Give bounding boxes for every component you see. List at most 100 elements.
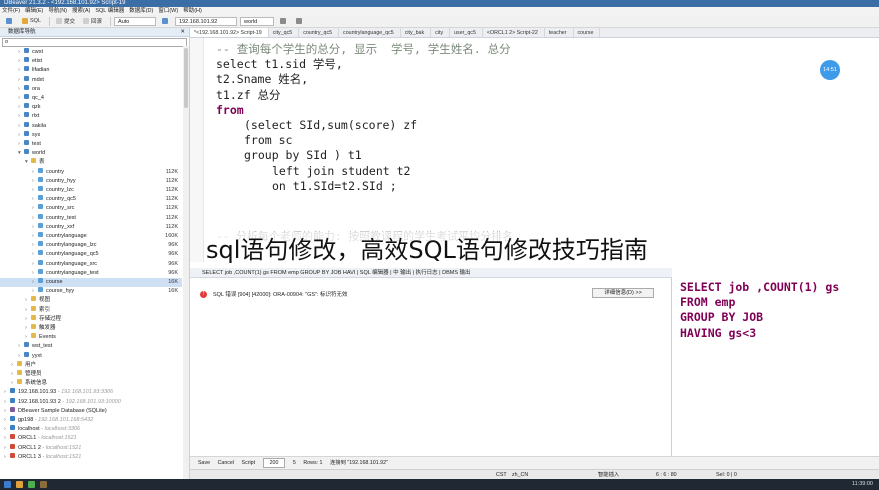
tree-node[interactable]: › ORCL1 2 - localhost:1521 — [0, 443, 182, 453]
tree-node[interactable]: › 索引 — [0, 305, 182, 315]
transaction-mode-select[interactable]: Auto — [114, 16, 157, 26]
tree-node[interactable]: › etist — [0, 57, 182, 66]
menu-item[interactable]: SQL 编辑器 — [95, 8, 124, 14]
tree-node[interactable]: › wst_test — [0, 342, 182, 351]
tree-node[interactable]: › country_xxf 112K — [0, 222, 182, 232]
tree-node[interactable]: › DBeaver Sample Database (SQLite) — [0, 406, 182, 416]
tree-node[interactable]: › 系统信息 — [0, 379, 182, 388]
sql-editor-button[interactable]: SQL — [19, 17, 44, 26]
new-connection-button[interactable] — [3, 17, 17, 26]
commit-button[interactable]: 提交 — [53, 17, 78, 26]
navigator-filter-input[interactable]: o — [2, 38, 187, 47]
database-object-icon — [10, 397, 15, 403]
tree-node[interactable]: › gp198 - 192.168.101.168:5432 — [0, 416, 182, 425]
navigator-scrollbar[interactable] — [183, 46, 189, 486]
tree-node[interactable]: › qc_4 — [0, 94, 182, 103]
sql-editor[interactable]: -- 查询每个学生的总分, 显示 学号, 学生姓名. 总分 select t1.… — [190, 38, 879, 262]
tree-node[interactable]: › country 112K — [0, 167, 182, 177]
tree-node[interactable]: › countrylanguage_qc5 96K — [0, 250, 182, 259]
menu-item[interactable]: 导航(N) — [48, 8, 67, 14]
dbeaver-icon[interactable] — [40, 481, 47, 488]
tree-node[interactable]: › countrylanguage_src 96K — [0, 259, 182, 269]
menu-item[interactable]: 编辑(E) — [25, 8, 43, 14]
tree-node[interactable]: › 触发器 — [0, 324, 182, 333]
tree-node[interactable]: › lifadian — [0, 66, 182, 75]
script-button[interactable]: Script — [242, 460, 256, 466]
taskbar: 11:39:00 — [0, 479, 879, 490]
tree-node[interactable]: › qzk — [0, 103, 182, 112]
tree-node[interactable]: › country_test 112K — [0, 213, 182, 223]
database-object-icon — [10, 425, 15, 431]
browser-icon[interactable] — [28, 481, 35, 488]
tree-node[interactable]: › country_lzc 112K — [0, 186, 182, 195]
tree-node[interactable]: › test — [0, 140, 182, 149]
tree-node[interactable]: › rlxt — [0, 112, 182, 121]
tree-node[interactable]: › 192.168.101.93 - 192.168.101.93:3306 — [0, 388, 182, 397]
save-button[interactable]: Save — [198, 460, 210, 466]
tree-node[interactable]: › ORCL1 3 - localhost:1521 — [0, 452, 182, 462]
details-button[interactable]: 详细信息(D) >> — [592, 288, 654, 298]
tree-node[interactable]: › sakila — [0, 121, 182, 131]
results-query-line: SELECT job ,COUNT(1) gs FROM emp GROUP B… — [202, 270, 471, 276]
tree-node[interactable]: › country_qc5 112K — [0, 195, 182, 204]
tree-node[interactable]: ▾ 表 — [0, 158, 182, 167]
table-size: 112K — [165, 177, 178, 184]
tree-node[interactable]: › Events — [0, 333, 182, 342]
settings-button[interactable] — [293, 17, 307, 26]
menu-item[interactable]: 窗口(W) — [158, 8, 178, 14]
menu-item[interactable]: 数据库(D) — [129, 8, 153, 14]
menu-item[interactable]: 帮助(H) — [183, 8, 202, 14]
editor-tab[interactable]: user_qc5 — [450, 28, 483, 37]
code-line-sub2: from sc — [244, 133, 293, 148]
menu-item[interactable]: 搜索(A) — [72, 8, 90, 14]
editor-tab[interactable]: course — [574, 28, 601, 37]
tree-node[interactable]: › 管理员 — [0, 370, 182, 379]
sql-code[interactable]: -- 查询每个学生的总分, 显示 学号, 学生姓名. 总分 select t1.… — [216, 42, 511, 194]
editor-tab[interactable]: <ORCL1 2> Script-22 — [483, 28, 545, 37]
editor-tab[interactable]: *<192.168.101.92> Script-19 — [190, 28, 269, 37]
active-connection-select[interactable]: 192.168.101.92 — [175, 16, 238, 26]
tree-node[interactable]: › course_hyy 16K — [0, 287, 182, 296]
tree-node[interactable]: › sys — [0, 130, 182, 140]
tree-node[interactable]: › 视图 — [0, 296, 182, 305]
editor-tab[interactable]: city_bak — [401, 28, 432, 37]
tree-node[interactable]: › course 16K — [0, 278, 182, 288]
editor-tab[interactable]: city — [431, 28, 451, 37]
tree-node[interactable]: › countrylanguage 160K — [0, 232, 182, 241]
tree-node[interactable]: › ora — [0, 84, 182, 94]
tree-node[interactable]: › country_src 112K — [0, 204, 182, 213]
tree-node-label: 存储过程 — [39, 315, 62, 322]
connection-icon-button[interactable] — [159, 17, 173, 26]
tree-node[interactable]: › 存储过程 — [0, 314, 182, 324]
avatar[interactable]: 14:51 — [820, 60, 840, 80]
editor-tab[interactable]: teacher — [545, 28, 574, 37]
tree-node[interactable]: › countrylanguage_test 96K — [0, 268, 182, 278]
tree-node-label: sakila — [32, 122, 47, 129]
editor-tab[interactable]: country_qc5 — [299, 28, 340, 37]
rollback-button[interactable]: 回滚 — [80, 17, 105, 26]
tree-node[interactable]: › cwxt — [0, 48, 182, 57]
tree-node[interactable]: › ORCL1 - localhost:1521 — [0, 434, 182, 443]
active-schema-select[interactable]: world — [240, 16, 275, 26]
search-button[interactable] — [277, 17, 291, 26]
tree-node-label: 管理员 — [25, 371, 42, 377]
tree-node[interactable]: › countrylanguage_lzc 96K — [0, 241, 182, 250]
editor-tab[interactable]: city_qc5 — [269, 28, 300, 37]
editor-tab[interactable]: countrylanguage_qc5 — [339, 28, 401, 37]
tree-node[interactable]: › localhost - localhost:3306 — [0, 425, 182, 434]
cancel-button[interactable]: Cancel — [218, 460, 235, 466]
close-icon[interactable]: ✕ — [180, 28, 185, 37]
tree-node[interactable]: ▾ world — [0, 149, 182, 158]
tree-node[interactable]: › 192.168.101.93 2 - 192.168.101.93:10000 — [0, 397, 182, 407]
tree-node[interactable]: › mdxt — [0, 75, 182, 85]
tree-node[interactable]: › 用户 — [0, 360, 182, 370]
folder-icon[interactable] — [16, 481, 23, 488]
tree-node[interactable]: › country_hyy 112K — [0, 176, 182, 186]
fetch-size-input[interactable]: 200 — [262, 458, 286, 468]
gear-icon — [296, 18, 303, 24]
windows-start-icon[interactable] — [4, 481, 11, 488]
tree-node[interactable]: › yyxt — [0, 351, 182, 361]
scrollbar-thumb[interactable] — [184, 48, 188, 108]
menu-item[interactable]: 文件(F) — [2, 8, 20, 14]
code-line-sub3: group by SId ) t1 — [244, 148, 362, 163]
